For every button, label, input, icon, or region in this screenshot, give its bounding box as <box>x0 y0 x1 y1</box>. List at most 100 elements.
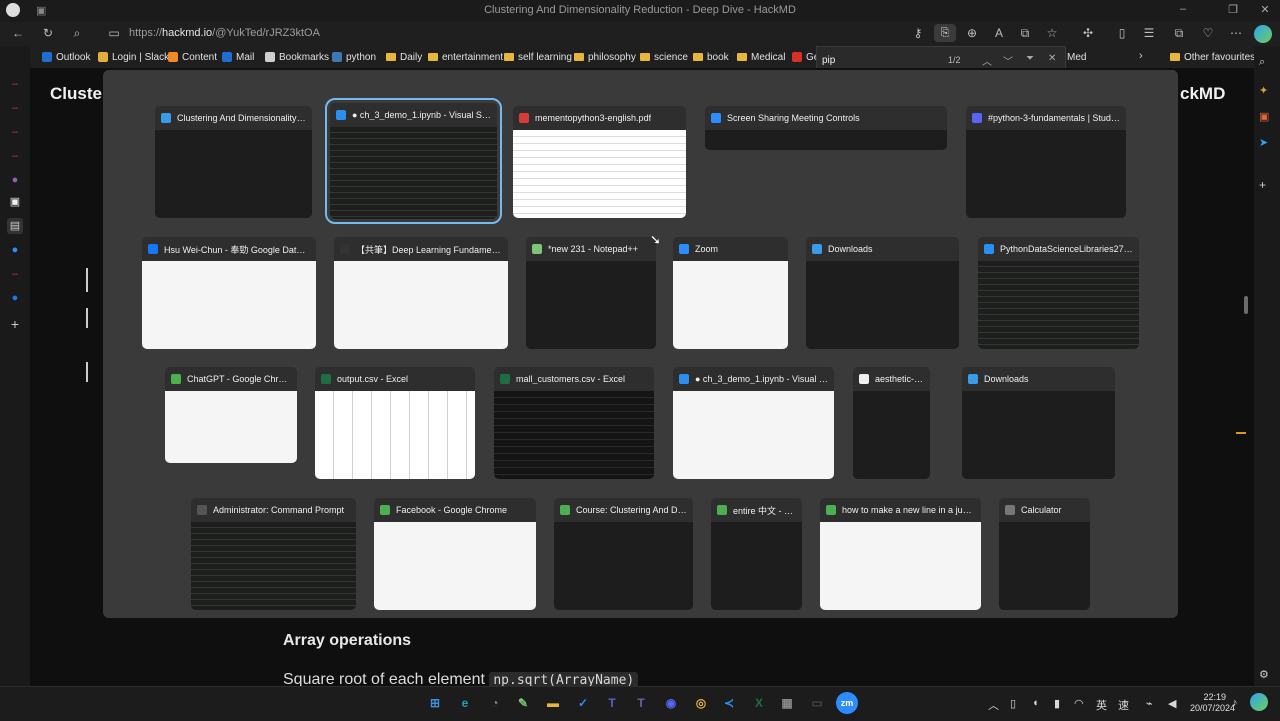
address-input[interactable]: https://hackmd.io/@YukTed/rJRZ3ktOA <box>129 27 320 39</box>
bookmark-book[interactable]: book <box>693 50 729 64</box>
task-window-tile[interactable]: Course: Clustering And Dim... <box>554 498 693 610</box>
zoom-icon[interactable]: zm <box>836 692 858 714</box>
sidebar-settings-icon[interactable]: ⚙ <box>1259 668 1269 681</box>
task-window-tile[interactable]: Calculator <box>999 498 1090 610</box>
ime-language[interactable]: 英 <box>1096 697 1107 713</box>
terminal-icon[interactable]: ▭ <box>806 692 828 714</box>
windows-start-icon[interactable]: ⊞ <box>424 692 446 714</box>
close-window-icon[interactable]: ✕ <box>1250 3 1280 16</box>
key-icon[interactable]: ⚷ <box>910 26 926 40</box>
copilot-taskbar-icon[interactable] <box>1250 693 1268 711</box>
zoom-icon[interactable]: ⊕ <box>964 26 980 40</box>
task-window-tile[interactable]: *new 231 - Notepad++ <box>526 237 656 349</box>
tab-icon-4[interactable]: – <box>7 148 23 164</box>
tab-icon-zoom[interactable]: ● <box>7 242 23 258</box>
task-window-tile[interactable]: output.csv - Excel <box>315 367 475 479</box>
find-next-icon[interactable]: ﹀ <box>1003 53 1013 68</box>
sidebar-sparkle-icon[interactable]: ✦ <box>1259 84 1268 97</box>
bookmark-medical-partial[interactable]: Med <box>1067 50 1086 64</box>
task-window-tile[interactable]: Downloads <box>962 367 1115 479</box>
clock-app-icon[interactable]: ◔ <box>484 692 506 714</box>
bookmarks-overflow-icon[interactable]: › <box>1139 50 1143 62</box>
sidebar-add-icon[interactable]: + <box>1259 178 1266 192</box>
find-input[interactable]: pip <box>822 55 835 66</box>
site-info-icon[interactable]: ▭ <box>106 26 122 40</box>
sidebar-search-icon[interactable]: ⌕ <box>1259 56 1265 69</box>
tab-icon-9[interactable]: – <box>7 266 23 282</box>
bookmark-medical[interactable]: Medical <box>737 50 785 64</box>
task-window-tile[interactable]: how to make a new line in a jupyt... <box>820 498 981 610</box>
browser-essentials-icon[interactable]: ♡ <box>1200 26 1216 40</box>
chrome-icon[interactable]: ◎ <box>690 692 712 714</box>
edge-icon[interactable]: e <box>454 692 476 714</box>
network-icon[interactable]: ▯ <box>1010 697 1016 710</box>
task-window-tile[interactable]: Clustering And Dimensionality Red... <box>155 106 312 218</box>
extensions-icon[interactable]: ✣ <box>1080 26 1096 40</box>
bookmark-bookmarks[interactable]: Bookmarks <box>265 50 329 64</box>
task-window-tile[interactable]: Screen Sharing Meeting Controls <box>705 106 947 150</box>
task-window-tile[interactable]: 【共筆】Deep Learning Fundamentals... <box>334 237 508 349</box>
bookmark-entertainment[interactable]: entertainment <box>428 50 503 64</box>
tab-icon-6[interactable]: ▣ <box>7 194 23 210</box>
microphone-icon[interactable]: ▮ <box>1054 697 1060 710</box>
bookmark-science[interactable]: science <box>640 50 688 64</box>
teams-alt-icon[interactable]: T <box>630 692 652 714</box>
bookmark-content[interactable]: Content <box>168 50 217 64</box>
tab-icon-3[interactable]: – <box>7 124 23 140</box>
browser-scrollbar-thumb[interactable] <box>1244 296 1248 314</box>
collections-icon[interactable]: ⧉ <box>1171 26 1187 41</box>
sidebar-send-icon[interactable]: ➤ <box>1259 136 1268 149</box>
task-window-tile[interactable]: aesthetic-site-... <box>853 367 930 479</box>
restore-icon[interactable]: ❐ <box>1218 3 1248 16</box>
task-window-tile[interactable]: ChatGPT - Google Chrome <box>165 367 297 463</box>
bookmark-python[interactable]: python <box>332 50 376 64</box>
bluetooth-share-icon[interactable]: ✓ <box>572 692 594 714</box>
task-window-tile[interactable]: #python-3-fundamentals | Study C... <box>966 106 1126 218</box>
split-screen-icon[interactable]: ▯ <box>1114 26 1130 40</box>
vscode-icon[interactable]: ≺ <box>718 692 740 714</box>
teams-icon[interactable]: T <box>601 692 623 714</box>
task-window-tile[interactable]: ● ch_3_demo_1.ipynb - Visual Stud... <box>325 98 502 224</box>
reload-icon[interactable]: ↻ <box>40 26 56 40</box>
find-filter-icon[interactable]: ⏷ <box>1026 53 1034 64</box>
tab-icon-5[interactable]: ● <box>7 172 23 188</box>
other-favourites[interactable]: Other favourites <box>1170 50 1255 64</box>
task-window-tile[interactable]: entire 中文 - G... <box>711 498 802 610</box>
bookmark-philosophy[interactable]: philosophy <box>574 50 636 64</box>
tray-overflow-icon[interactable]: ︿ <box>988 697 999 713</box>
bookmark-self-learning[interactable]: self learning <box>504 50 572 64</box>
favorite-star-icon[interactable]: ☆ <box>1044 26 1060 40</box>
ime-mode[interactable]: 速 <box>1118 697 1129 713</box>
bookmark-login-slack[interactable]: Login | Slack <box>98 50 169 64</box>
discord-icon[interactable]: ◉ <box>660 692 682 714</box>
speaker-icon[interactable]: ◖ <box>1032 697 1039 709</box>
task-window-tile[interactable]: Zoom <box>673 237 788 349</box>
tab-icon-facebook[interactable]: ● <box>7 290 23 306</box>
task-window-tile[interactable]: Downloads <box>806 237 959 349</box>
tab-icon-hackmd[interactable]: ▤ <box>7 218 23 234</box>
task-window-tile[interactable]: Hsu Wei-Chun - 奉勁 Google Data An... <box>142 237 316 349</box>
bookmark-mail[interactable]: Mail <box>222 50 254 64</box>
find-prev-icon[interactable]: ︿ <box>982 53 992 68</box>
find-close-icon[interactable]: ✕ <box>1048 53 1056 64</box>
sidebar-shopping-icon[interactable]: ▣ <box>1259 110 1269 123</box>
network-status-icon[interactable]: ⌁ <box>1146 697 1153 710</box>
translate-icon[interactable]: ⎘ <box>934 24 956 42</box>
read-aloud-icon[interactable]: A <box>991 26 1007 40</box>
more-menu-icon[interactable]: ⋯ <box>1228 26 1244 40</box>
bookmark-daily[interactable]: Daily <box>386 50 422 64</box>
minimize-icon[interactable]: – <box>1168 3 1198 15</box>
favorites-icon[interactable]: ☰ <box>1141 26 1157 40</box>
tab-icon-2[interactable]: – <box>7 100 23 116</box>
tab-icon-1[interactable]: – <box>7 76 23 92</box>
system-clock[interactable]: 22:19 20/07/2024 <box>1190 692 1235 714</box>
copilot-icon[interactable] <box>1254 25 1272 43</box>
bookmark-outlook[interactable]: Outlook <box>42 50 90 64</box>
task-window-tile[interactable]: ● ch_3_demo_1.ipynb - Visual Stud... <box>673 367 834 479</box>
search-icon[interactable]: ⌕ <box>69 26 85 41</box>
notification-bell-icon[interactable]: ♪ <box>1232 697 1238 709</box>
volume-icon[interactable]: ◀ <box>1168 697 1176 710</box>
task-window-tile[interactable]: Administrator: Command Prompt <box>191 498 356 610</box>
calculator-icon[interactable]: ▦ <box>776 692 798 714</box>
task-window-tile[interactable]: PythonDataScienceLibraries27to40... <box>978 237 1139 349</box>
